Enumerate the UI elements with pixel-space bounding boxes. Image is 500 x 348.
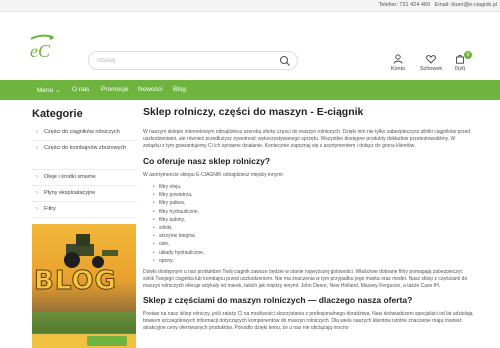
- email-text: Email: biuro@e-ciagnik.pl: [434, 2, 497, 8]
- category-item[interactable]: › Filtry: [32, 202, 137, 218]
- banner-badge: [87, 336, 127, 346]
- category-item[interactable]: › Części do kombajnów zbożowych: [32, 141, 137, 170]
- nav-item-o-nas[interactable]: O nas: [72, 86, 89, 93]
- offer-intro: W asortymencie sklepu E-CIAGNIK odnajdzi…: [143, 172, 284, 178]
- user-icon: [393, 54, 403, 64]
- chevron-right-icon: ›: [36, 129, 38, 135]
- category-label: Części do ciągników rolniczych: [44, 129, 120, 135]
- account-button[interactable]: Konto: [381, 54, 415, 72]
- chevron-right-icon: ›: [36, 190, 38, 196]
- why-heading: Sklep z częściami do maszyn rolniczych —…: [143, 295, 413, 306]
- search-input[interactable]: [97, 55, 277, 66]
- nav-item-promocje[interactable]: Promocje: [101, 86, 128, 93]
- main-nav: Menu ⌄ O nas Promocje Nowości Blog: [0, 80, 500, 100]
- nav-item-nowosci[interactable]: Nowości: [138, 86, 163, 93]
- list-item: filtry hydrauliczne,: [153, 208, 473, 216]
- cart-count-badge: 0: [464, 51, 472, 59]
- contact-info: Telefon: 731 424 460 Email: biuro@e-ciag…: [376, 2, 497, 8]
- nav-menu-dropdown[interactable]: Menu ⌄: [37, 86, 61, 94]
- why-paragraph: Postaw na nasz sklep rolniczy, jeśli zal…: [143, 311, 473, 332]
- cart-total-label: 0(zł): [454, 66, 466, 72]
- list-item: skrzynie biegów,: [153, 232, 473, 240]
- list-item: filtry paliwa,: [153, 199, 473, 207]
- category-item[interactable]: › Oleje i środki smarne: [32, 170, 137, 186]
- banner-text: BLOG: [34, 266, 117, 297]
- tractor-image: [64, 234, 118, 268]
- chevron-right-icon: ›: [36, 206, 38, 212]
- blog-banner[interactable]: BLOG: [32, 224, 136, 348]
- offer-outro: Dzięki dostępnym u nas produktom Twój ci…: [143, 269, 468, 290]
- list-item: filtry oleju,: [153, 183, 473, 191]
- list-item: układy hydrauliczne,: [153, 249, 473, 257]
- cart-button[interactable]: 0 0(zł): [443, 51, 477, 72]
- list-item: filtry powietrza,: [153, 191, 473, 199]
- site-header: eC Konto Schowek 0 0(zł): [0, 12, 500, 80]
- svg-text:eC: eC: [30, 41, 51, 61]
- phone-text: Telefon: 731 424 460: [378, 2, 431, 8]
- category-item[interactable]: › Części do ciągników rolniczych: [32, 125, 137, 141]
- main-content: Sklep rolniczy, części do maszyn - E-cią…: [143, 104, 473, 332]
- category-label: Części do kombajnów zbożowych: [44, 145, 127, 151]
- list-item: silniki,: [153, 224, 473, 232]
- chevron-right-icon: ›: [36, 174, 38, 180]
- logo[interactable]: eC: [27, 33, 61, 63]
- account-label: Konto: [390, 66, 406, 72]
- category-label: Płyny eksploatacyjne: [44, 190, 96, 196]
- categories-list: › Części do ciągników rolniczych › Części …: [32, 125, 137, 218]
- categories-title: Kategorie: [32, 108, 83, 120]
- chevron-right-icon: ›: [36, 145, 38, 151]
- heart-icon: [426, 55, 436, 64]
- category-label: Oleje i środki smarne: [44, 174, 96, 180]
- list-item: filtry kabiny,: [153, 216, 473, 224]
- list-item: opony.: [153, 257, 473, 265]
- category-item[interactable]: › Płyny eksploatacyjne: [32, 186, 137, 202]
- chevron-down-icon: ⌄: [55, 87, 61, 94]
- offer-list: filtry oleju, filtry powietrza, filtry p…: [153, 183, 473, 265]
- search-box: [88, 51, 298, 70]
- category-label: Filtry: [44, 206, 56, 212]
- top-contact-bar: Telefon: 731 424 460 Email: biuro@e-ciag…: [0, 0, 500, 12]
- nav-item-blog[interactable]: Blog: [173, 86, 186, 93]
- list-item: osie,: [153, 240, 473, 248]
- nav-menu-label: Menu: [37, 87, 54, 94]
- offer-heading: Co oferuje nasz sklep rolniczy?: [143, 156, 271, 166]
- search-icon[interactable]: [279, 55, 291, 67]
- intro-paragraph: W naszym sklepie internetowym odnajdzies…: [143, 129, 471, 149]
- page-title: Sklep rolniczy, części do maszyn - E-cią…: [143, 106, 364, 118]
